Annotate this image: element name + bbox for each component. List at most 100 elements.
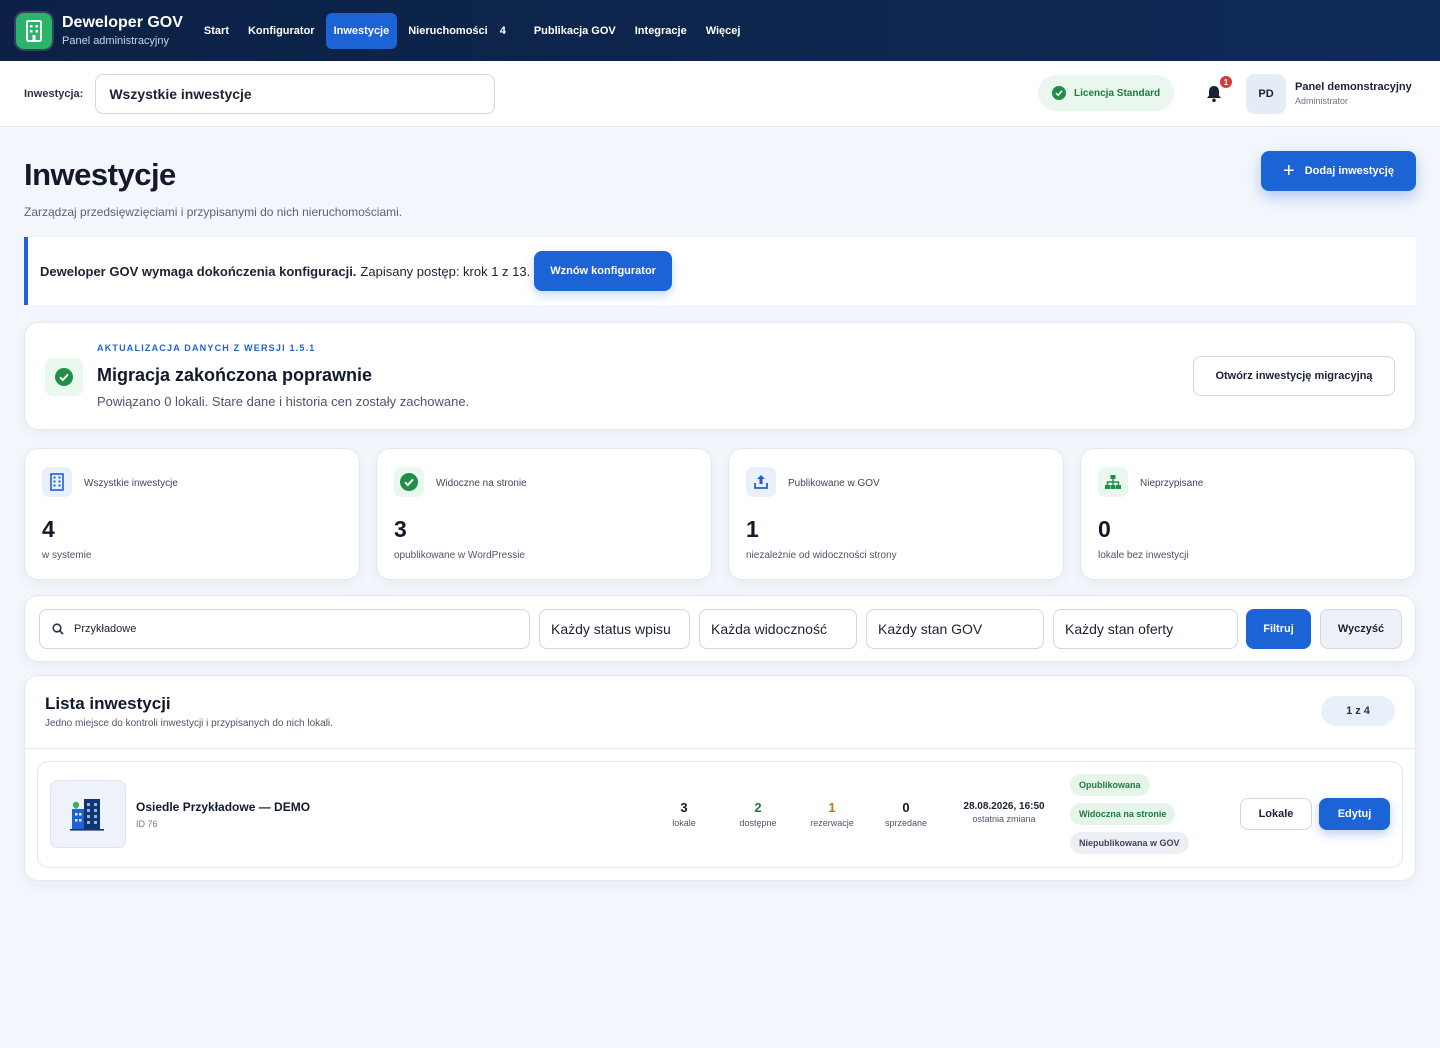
metric-sprzedane: 0 sprzedane [876,800,936,828]
notice-bold-text: Deweloper GOV wymaga dokończenia konfigu… [40,263,357,279]
stat-value: 1 [746,516,759,542]
add-investment-button[interactable]: + Dodaj inwestycję [1261,151,1416,191]
nav-item-inwestycje[interactable]: Inwestycje [325,12,398,49]
metric-label: sprzedane [884,818,928,828]
hierarchy-icon [1098,467,1128,497]
notification-count-badge: 1 [1220,76,1232,88]
search-icon [52,623,64,635]
nav-item-konfigurator[interactable]: Konfigurator [240,13,323,49]
top-navigation: Deweloper GOV Panel administracyjny Star… [0,0,1440,61]
stat-note: opublikowane w WordPressie [394,550,525,561]
status-badge: Widoczna na stronie [1070,803,1176,825]
stat-card-visible: Widoczne na stronie 3 opublikowane w Wor… [376,448,712,580]
status-badge: Niepublikowana w GOV [1070,832,1189,854]
user-role: Administrator [1295,96,1349,106]
stat-card-published-gov: Publikowane w GOV 1 niezależnie od widoc… [728,448,1064,580]
stat-label: Publikowane w GOV [788,478,880,489]
search-value: Przykładowe [74,623,137,635]
brand: Deweloper GOV Panel administracyjny [62,13,183,48]
investment-list: Lista inwestycji Jedno miejsce do kontro… [24,675,1416,881]
metric-value: 3 [680,800,688,815]
metric-value: 0 [902,800,910,815]
edit-button[interactable]: Edytuj [1319,798,1390,830]
license-badge: Licencja Standard [1038,75,1175,111]
stat-label: Widoczne na stronie [436,478,527,489]
divider [25,748,1415,749]
table-row[interactable]: Osiedle Przykładowe — DEMO ID 76 3 lokal… [37,761,1403,868]
metric-last-change: 28.08.2026, 16:50 ostatnia zmiana [950,801,1058,824]
plus-icon: + [1283,160,1295,182]
notice-text: Zapisany postęp: krok 1 z 13. [360,263,531,279]
search-input[interactable]: Przykładowe [39,609,530,649]
offer-state-select[interactable]: Każdy stan oferty [1053,609,1238,649]
list-title: Lista inwestycji [45,694,171,713]
stat-label: Nieprzypisane [1140,478,1204,489]
bell-icon [1207,86,1221,103]
units-button[interactable]: Lokale [1240,798,1312,830]
filter-bar: Przykładowe Każdy status wpisu Każda wid… [24,595,1416,662]
page-title: Inwestycje [24,157,176,192]
brand-subtitle: Panel administracyjny [62,35,169,47]
last-change-label: ostatnia zmiana [972,814,1036,824]
brand-title: Deweloper GOV [62,14,183,31]
stat-note: niezależnie od widoczności strony [746,550,897,561]
migration-title: Migracja zakończona poprawnie [97,365,373,385]
investment-thumbnail-icon [50,780,126,848]
check-icon [1052,86,1066,100]
metric-label: lokale [672,818,696,828]
user-name: Panel demonstracyjny [1295,81,1412,93]
check-circle-icon [394,467,424,497]
configuration-notice: Deweloper GOV wymaga dokończenia konfigu… [24,237,1416,305]
sub-header: Inwestycja: Wszystkie inwestycje Licencj… [0,61,1440,127]
nav-item-label: Nieruchomości [408,24,488,37]
migration-card: AKTUALIZACJA DANYCH Z WERSJI 1.5.1 Migra… [24,322,1416,430]
metric-value: 2 [754,800,762,815]
stat-card-unassigned: Nieprzypisane 0 lokale bez inwestycji [1080,448,1416,580]
list-subtitle: Jedno miejsce do kontroli inwestycji i p… [45,718,333,729]
visibility-select[interactable]: Każda widoczność [699,609,857,649]
nav-count-badge: 4 [499,24,506,37]
nav-item-wiecej[interactable]: Więcej [698,13,749,49]
page-subtitle: Zarządzaj przedsięwzięciami i przypisany… [24,205,403,219]
upload-icon [746,467,776,497]
stat-note: lokale bez inwestycji [1098,550,1189,561]
stat-label: Wszystkie inwestycje [84,478,178,489]
user-info[interactable]: Panel demonstracyjny Administrator [1295,81,1412,106]
nav-item-start[interactable]: Start [196,13,237,49]
license-label: Licencja Standard [1074,87,1161,99]
stat-value: 4 [42,516,55,542]
pagination-badge: 1 z 4 [1321,696,1395,726]
open-migration-investment-button[interactable]: Otwórz inwestycję migracyjną [1193,356,1395,396]
gov-state-select[interactable]: Każdy stan GOV [866,609,1044,649]
stat-value: 3 [394,516,407,542]
building-icon [42,467,72,497]
investment-label: Inwestycja: [24,87,84,100]
add-investment-label: Dodaj inwestycję [1304,165,1394,177]
nav-item-nieruchomosci[interactable]: Nieruchomości 4 [400,13,514,49]
clear-button[interactable]: Wyczyść [1320,609,1402,649]
status-badge: Opublikowana [1070,774,1150,796]
investment-id: ID 76 [136,819,158,829]
check-circle-icon [45,358,83,396]
nav-item-integracje[interactable]: Integracje [627,13,695,49]
investment-select[interactable]: Wszystkie inwestycje [95,73,496,114]
migration-eyebrow: AKTUALIZACJA DANYCH Z WERSJI 1.5.1 [97,343,316,353]
metric-label: rezerwacje [810,818,854,828]
metric-rezerwacje: 1 rezerwacje [802,800,862,828]
notifications-button[interactable]: 1 [1204,76,1232,105]
status-select[interactable]: Każdy status wpisu [539,609,690,649]
building-logo-icon[interactable] [16,12,52,49]
metric-value: 1 [828,800,836,815]
stat-card-all: Wszystkie inwestycje 4 w systemie [24,448,360,580]
stat-value: 0 [1098,516,1111,542]
filter-button[interactable]: Filtruj [1246,609,1311,649]
resume-configurator-button[interactable]: Wznów konfigurator [534,251,672,291]
last-change-value: 28.08.2026, 16:50 [963,801,1045,812]
metric-label: dostępne [739,818,777,828]
stat-note: w systemie [42,550,92,561]
avatar[interactable]: PD [1246,74,1286,114]
investment-name[interactable]: Osiedle Przykładowe — DEMO [136,800,310,814]
nav-item-publikacja-gov[interactable]: Publikacja GOV [526,13,624,49]
metric-lokale: 3 lokale [664,800,704,828]
migration-description: Powiązano 0 lokali. Stare dane i histori… [97,394,470,409]
